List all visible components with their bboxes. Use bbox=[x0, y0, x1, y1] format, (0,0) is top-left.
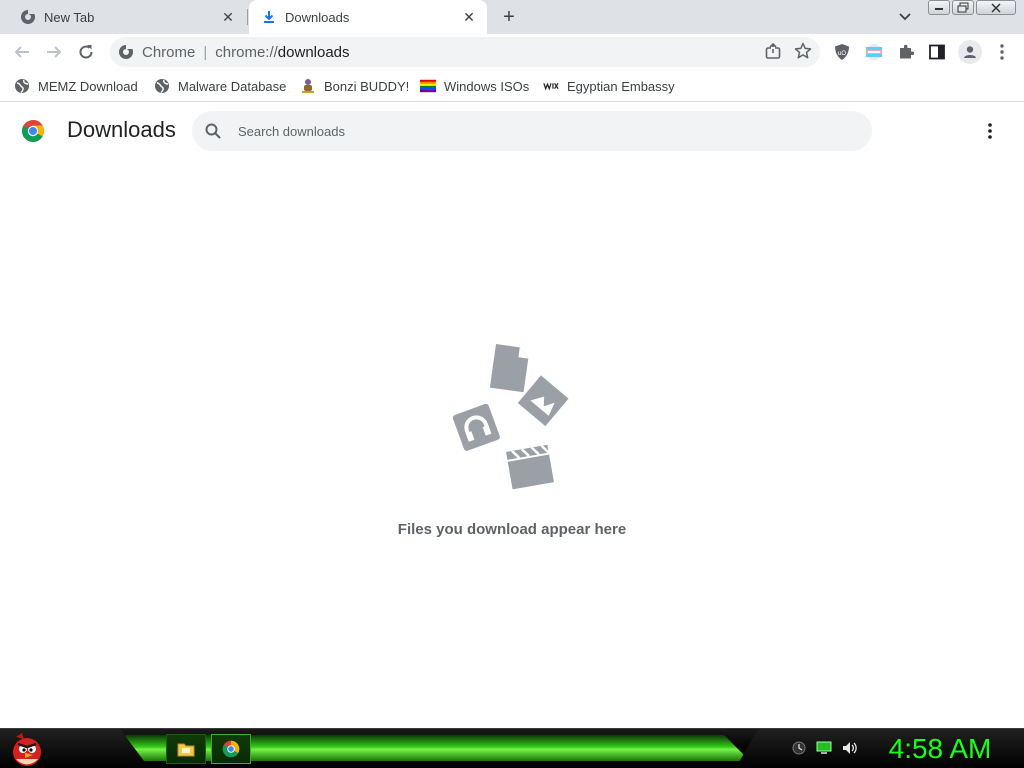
chrome-logo-icon bbox=[22, 120, 44, 142]
bookmark-windows-isos[interactable]: Windows ISOs bbox=[420, 76, 529, 96]
tray-volume-icon[interactable] bbox=[842, 741, 858, 760]
ublock-extension-icon[interactable]: uO bbox=[832, 42, 852, 62]
bookmark-label: Egyptian Embassy bbox=[567, 78, 675, 94]
download-icon bbox=[261, 9, 277, 25]
address-bar[interactable]: Chrome | chrome://downloads bbox=[110, 37, 820, 67]
tab-search-chevron-icon[interactable] bbox=[895, 8, 915, 26]
extensions-puzzle-icon[interactable] bbox=[896, 42, 916, 62]
search-downloads-input[interactable] bbox=[236, 122, 840, 140]
bookmark-label: Malware Database bbox=[178, 78, 287, 94]
wix-icon bbox=[543, 78, 559, 94]
url-path: downloads bbox=[277, 43, 350, 61]
system-tray bbox=[792, 741, 858, 760]
browser-menu-icon[interactable] bbox=[992, 42, 1012, 62]
tab-strip: New Tab ✕ Downloads ✕ + bbox=[0, 0, 1024, 34]
taskbar: 4:58 AM bbox=[0, 728, 1024, 768]
search-icon bbox=[205, 123, 221, 139]
omnibox-divider: | bbox=[203, 43, 208, 61]
reload-icon bbox=[79, 45, 93, 59]
url-text: chrome://downloads bbox=[215, 44, 349, 61]
close-icon bbox=[991, 2, 1001, 13]
minimize-button[interactable] bbox=[928, 0, 950, 15]
taskbar-file-explorer-button[interactable] bbox=[166, 734, 206, 764]
back-button[interactable] bbox=[10, 40, 34, 64]
bookmark-egyptian-embassy[interactable]: Egyptian Embassy bbox=[543, 76, 675, 96]
minimize-icon bbox=[935, 7, 943, 10]
window-close-button[interactable] bbox=[976, 0, 1016, 15]
url-scheme: chrome:// bbox=[215, 43, 278, 61]
bookmark-memz-download[interactable]: MEMZ Download bbox=[14, 76, 138, 96]
bookmark-star-icon[interactable] bbox=[794, 42, 812, 65]
bookmark-bonzi-buddy[interactable]: Bonzi BUDDY! bbox=[300, 76, 409, 96]
forward-arrow-icon bbox=[47, 46, 62, 58]
flag-extension-icon[interactable] bbox=[864, 42, 884, 62]
bookmark-label: MEMZ Download bbox=[38, 78, 138, 94]
browser-toolbar: Chrome | chrome://downloads uO bbox=[0, 34, 1024, 70]
site-chip-label: Chrome bbox=[142, 43, 196, 61]
reload-button[interactable] bbox=[74, 40, 98, 64]
page-title: Downloads bbox=[67, 117, 176, 142]
window-controls bbox=[928, 0, 1018, 17]
globe-icon bbox=[14, 78, 30, 94]
empty-downloads-illustration-icon bbox=[452, 344, 569, 490]
bookmark-label: Bonzi BUDDY! bbox=[324, 78, 410, 94]
svg-text:uO: uO bbox=[838, 51, 846, 57]
tab-separator bbox=[247, 9, 248, 25]
tab-downloads[interactable]: Downloads ✕ bbox=[249, 0, 487, 34]
bookmark-malware-database[interactable]: Malware Database bbox=[154, 76, 286, 96]
globe-icon bbox=[154, 78, 170, 94]
tab-title: New Tab bbox=[44, 9, 95, 25]
chrome-globe-icon bbox=[20, 9, 36, 25]
restore-icon bbox=[957, 2, 969, 13]
back-arrow-icon bbox=[14, 46, 29, 58]
taskbar-clock[interactable]: 4:58 AM bbox=[870, 733, 1010, 765]
taskbar-chrome-button[interactable] bbox=[211, 734, 251, 764]
bonzi-icon bbox=[300, 78, 316, 94]
omnibox-actions bbox=[764, 42, 812, 65]
tab-new-tab[interactable]: New Tab ✕ bbox=[0, 0, 246, 34]
bookmarks-bar: MEMZ Download Malware Database Bonzi BUD… bbox=[0, 70, 1024, 102]
side-panel-icon[interactable] bbox=[927, 42, 947, 62]
tab-close-button[interactable]: ✕ bbox=[459, 7, 479, 27]
restore-button[interactable] bbox=[952, 0, 974, 15]
tab-title: Downloads bbox=[285, 9, 350, 25]
bookmark-label: Windows ISOs bbox=[444, 78, 530, 94]
profile-avatar-icon[interactable] bbox=[958, 40, 982, 64]
forward-button[interactable] bbox=[42, 40, 66, 64]
rainbow-flag-icon bbox=[420, 78, 436, 94]
downloads-header: Downloads bbox=[0, 103, 1024, 159]
empty-state-message: Files you download appear here bbox=[397, 521, 627, 538]
start-button-angry-bird-icon[interactable] bbox=[8, 731, 46, 767]
folder-icon bbox=[177, 743, 195, 757]
tray-display-icon[interactable] bbox=[816, 741, 832, 760]
chrome-site-icon bbox=[118, 44, 134, 60]
chrome-logo-icon bbox=[222, 740, 240, 758]
tab-close-button[interactable]: ✕ bbox=[218, 7, 238, 27]
more-vert-icon bbox=[988, 123, 992, 139]
downloads-more-actions-button[interactable] bbox=[978, 119, 1002, 143]
tray-network-icon[interactable] bbox=[792, 741, 806, 760]
search-downloads-field[interactable] bbox=[192, 111, 872, 151]
new-tab-button[interactable]: + bbox=[498, 6, 520, 28]
share-icon[interactable] bbox=[764, 42, 782, 65]
